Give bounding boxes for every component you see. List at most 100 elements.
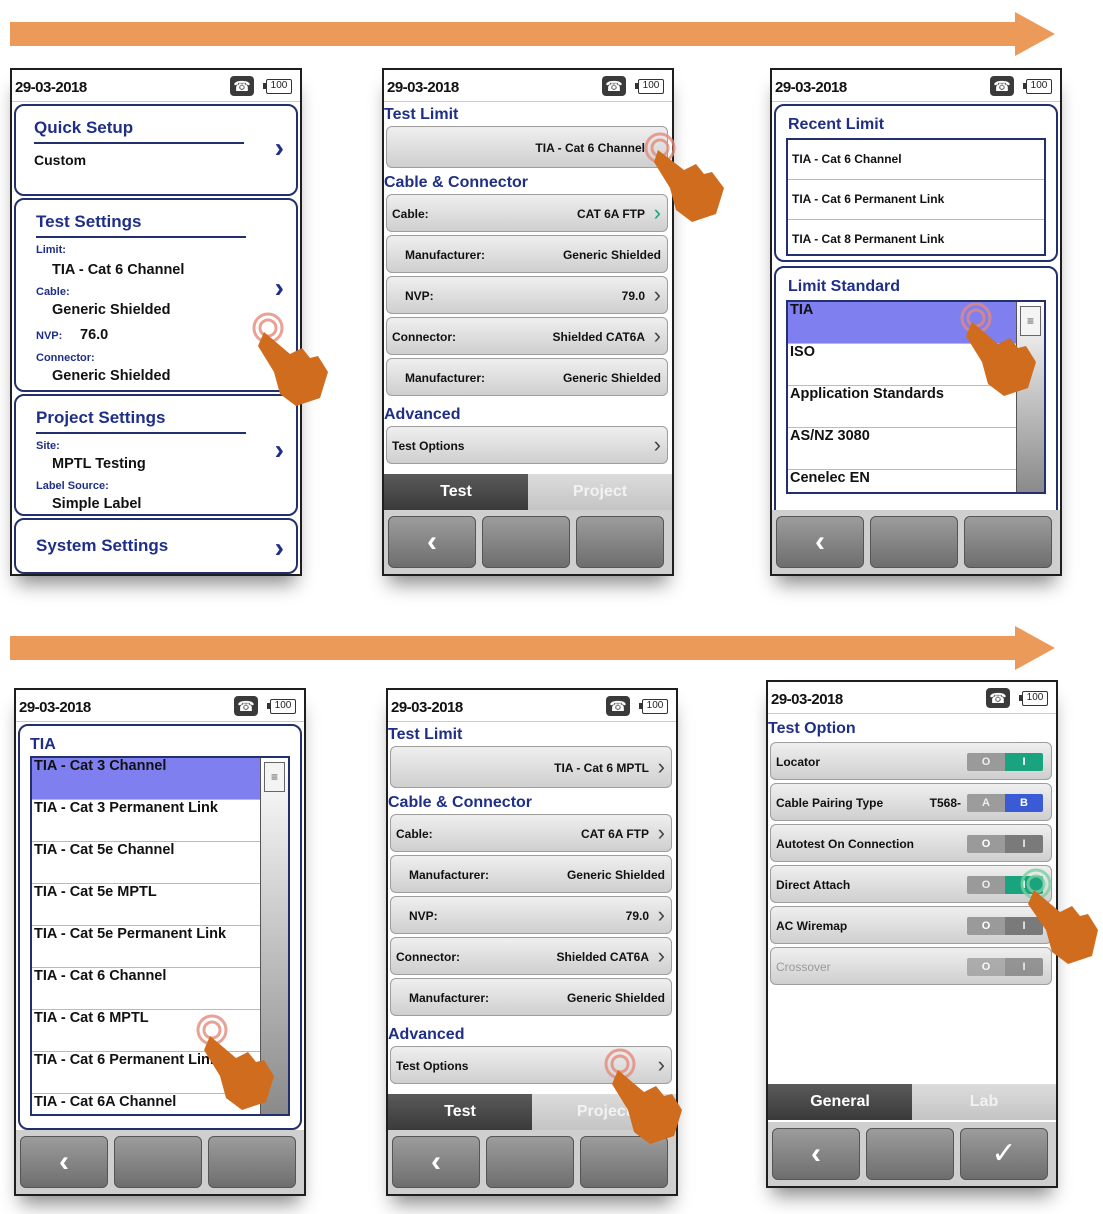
screen-tia-limits: 29-03-2018 ☎ 100 TIA TIA - Cat 3 Channel… bbox=[14, 688, 306, 1196]
option-label: Cable Pairing Type bbox=[776, 796, 884, 810]
cable-row[interactable]: Cable: CAT 6A FTP › bbox=[386, 194, 668, 232]
option-label: Crossover bbox=[776, 960, 831, 974]
soft-button[interactable] bbox=[576, 516, 664, 568]
system-settings-title: System Settings bbox=[36, 536, 169, 555]
nvp-row[interactable]: NVP: 79.0 › bbox=[386, 276, 668, 314]
button-bar: ‹ ✓ bbox=[768, 1122, 1056, 1186]
scroll-thumb[interactable]: ≡ bbox=[264, 762, 285, 792]
pointing-hand-icon bbox=[644, 132, 724, 222]
row-value: Shielded CAT6A bbox=[556, 950, 649, 964]
soft-button[interactable] bbox=[866, 1128, 954, 1180]
list-item[interactable]: TIA - Cat 5e Permanent Link bbox=[32, 926, 260, 968]
option-label: Locator bbox=[776, 755, 821, 769]
back-button[interactable]: ‹ bbox=[776, 516, 864, 568]
option-locator[interactable]: Locator O I bbox=[770, 742, 1052, 780]
test-options-row[interactable]: Test Options › bbox=[386, 426, 668, 464]
option-autotest[interactable]: Autotest On Connection O I bbox=[770, 824, 1052, 862]
list-item[interactable]: AS/NZ 3080 bbox=[788, 428, 1016, 470]
soft-button[interactable] bbox=[482, 516, 570, 568]
connector-row[interactable]: Connector: Shielded CAT6A › bbox=[390, 937, 672, 975]
soft-button[interactable] bbox=[964, 516, 1052, 568]
row-value: CAT 6A FTP bbox=[581, 827, 649, 841]
phone-icon: ☎ bbox=[986, 688, 1010, 708]
nvp-row[interactable]: NVP: 79.0 › bbox=[390, 896, 672, 934]
soft-button[interactable] bbox=[208, 1136, 296, 1188]
status-bar: 29-03-2018 ☎ 100 bbox=[768, 682, 1056, 714]
connector-value: Generic Shielded bbox=[52, 368, 171, 384]
limit-label: Limit: bbox=[36, 244, 66, 256]
recent-limit-list: TIA - Cat 6 Channel TIA - Cat 6 Permanen… bbox=[786, 138, 1046, 256]
back-button[interactable]: ‹ bbox=[772, 1128, 860, 1180]
option-label: Direct Attach bbox=[776, 878, 851, 892]
date-label: 29-03-2018 bbox=[387, 79, 459, 96]
list-item[interactable]: TIA - Cat 5e MPTL bbox=[32, 884, 260, 926]
tab-test[interactable]: Test bbox=[384, 474, 528, 510]
list-item[interactable]: TIA - Cat 6 Channel bbox=[788, 140, 1044, 180]
nvp-value: 76.0 bbox=[80, 327, 109, 343]
tab-general[interactable]: General bbox=[768, 1084, 912, 1120]
system-settings-panel[interactable]: System Settings › bbox=[14, 518, 298, 574]
recent-limit-title: Recent Limit bbox=[788, 116, 885, 133]
quick-setup-panel[interactable]: Quick Setup Custom › bbox=[14, 104, 298, 196]
chevron-right-icon: › bbox=[653, 282, 661, 307]
back-button[interactable]: ‹ bbox=[388, 516, 476, 568]
option-direct-attach[interactable]: Direct Attach O I bbox=[770, 865, 1052, 903]
row-value: 79.0 bbox=[621, 289, 645, 303]
back-button[interactable]: ‹ bbox=[392, 1136, 480, 1188]
test-limit-value: TIA - Cat 6 MPTL bbox=[554, 761, 649, 775]
list-item[interactable]: TIA - Cat 6 Permanent Link bbox=[788, 180, 1044, 220]
list-item[interactable]: TIA - Cat 5e Channel bbox=[32, 842, 260, 884]
test-limit-heading: Test Limit bbox=[388, 726, 463, 743]
locator-toggle[interactable]: O I bbox=[967, 753, 1043, 771]
tab-test[interactable]: Test bbox=[388, 1094, 532, 1130]
limit-value: TIA - Cat 6 Channel bbox=[52, 262, 185, 278]
manufacturer-row: Manufacturer: Generic Shielded bbox=[386, 358, 668, 396]
list-item[interactable]: Cenelec EN bbox=[788, 470, 1016, 492]
list-item[interactable]: TIA - Cat 3 Channel bbox=[32, 758, 260, 800]
flow-arrow-bottom bbox=[10, 626, 1055, 670]
pairing-toggle[interactable]: A B bbox=[967, 794, 1043, 812]
pointing-hand-icon bbox=[960, 302, 1036, 396]
soft-button[interactable] bbox=[114, 1136, 202, 1188]
tab-lab[interactable]: Lab bbox=[912, 1084, 1056, 1120]
divider bbox=[36, 236, 246, 238]
list-item[interactable]: TIA - Cat 3 Permanent Link bbox=[32, 800, 260, 842]
cable-row[interactable]: Cable: CAT 6A FTP › bbox=[390, 814, 672, 852]
cable-value: Generic Shielded bbox=[52, 302, 171, 318]
chevron-right-icon: › bbox=[274, 434, 284, 465]
status-bar: 29-03-2018 ☎ 100 bbox=[16, 690, 304, 722]
option-cable-pairing[interactable]: Cable Pairing Type T568- A B bbox=[770, 783, 1052, 821]
project-settings-panel[interactable]: Project Settings Site: MPTL Testing Labe… bbox=[14, 394, 298, 516]
test-limit-row[interactable]: TIA - Cat 6 MPTL › bbox=[390, 746, 672, 788]
list-item[interactable]: TIA - Cat 8 Permanent Link bbox=[788, 220, 1044, 256]
cable-connector-heading: Cable & Connector bbox=[388, 794, 533, 811]
list-item[interactable]: TIA - Cat 6 Channel bbox=[32, 968, 260, 1010]
test-limit-heading: Test Limit bbox=[384, 106, 459, 123]
label-source-value: Simple Label bbox=[52, 496, 142, 512]
site-value: MPTL Testing bbox=[52, 456, 146, 472]
row-value: CAT 6A FTP bbox=[577, 207, 645, 221]
row-value: Generic Shielded bbox=[562, 371, 661, 385]
connector-row[interactable]: Connector: Shielded CAT6A › bbox=[386, 317, 668, 355]
soft-button[interactable] bbox=[486, 1136, 574, 1188]
back-button[interactable]: ‹ bbox=[20, 1136, 108, 1188]
cable-label: Cable: bbox=[36, 286, 70, 298]
autotest-toggle[interactable]: O I bbox=[967, 835, 1043, 853]
flow-arrow-top bbox=[10, 12, 1055, 56]
confirm-button[interactable]: ✓ bbox=[960, 1128, 1048, 1180]
tab-project[interactable]: Project bbox=[528, 474, 672, 510]
option-ac-wiremap[interactable]: AC Wiremap O I bbox=[770, 906, 1052, 944]
soft-button[interactable] bbox=[870, 516, 958, 568]
row-value: Generic Shielded bbox=[566, 991, 665, 1005]
limit-standard-title: Limit Standard bbox=[788, 278, 901, 295]
status-bar: 29-03-2018 ☎ 100 bbox=[384, 70, 672, 102]
test-limit-row[interactable]: TIA - Cat 6 Channel bbox=[386, 126, 668, 168]
row-label: Connector: bbox=[396, 950, 460, 964]
chevron-right-icon: › bbox=[274, 532, 284, 563]
toggle-off: O bbox=[967, 835, 1005, 853]
chevron-right-icon: › bbox=[657, 820, 665, 845]
cable-connector-heading: Cable & Connector bbox=[384, 174, 529, 191]
row-label: Manufacturer: bbox=[405, 371, 486, 385]
row-value: Generic Shielded bbox=[562, 248, 661, 262]
chevron-right-icon: › bbox=[653, 323, 661, 348]
